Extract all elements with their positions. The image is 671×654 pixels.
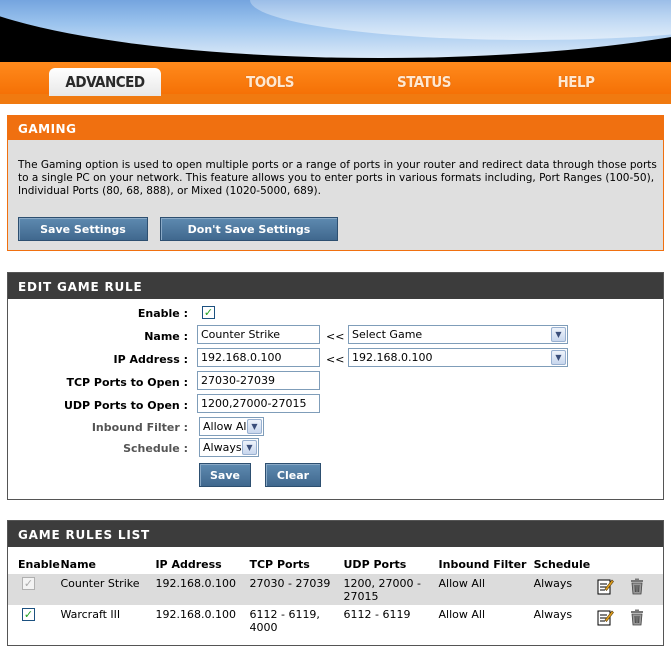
edit-note-icon[interactable] bbox=[596, 608, 615, 626]
header-banner bbox=[0, 0, 671, 62]
gaming-title: GAMING bbox=[8, 116, 663, 140]
enable-checkbox[interactable]: ✓ bbox=[202, 306, 215, 319]
chevron-down-icon: ▼ bbox=[242, 440, 257, 455]
schedule-select[interactable]: Always ▼ bbox=[199, 438, 259, 457]
col-header-schedule: Schedule bbox=[533, 558, 591, 571]
copy-ip-arrow[interactable]: << bbox=[326, 353, 344, 366]
checkmark-icon: ✓ bbox=[203, 305, 214, 319]
checkmark-icon: ✓ bbox=[23, 607, 34, 621]
chevron-down-icon: ▼ bbox=[247, 419, 262, 434]
ip-address-select[interactable]: 192.168.0.100 ▼ bbox=[348, 348, 568, 367]
row-ip: 192.168.0.100 bbox=[155, 574, 250, 605]
udp-ports-label: UDP Ports to Open : bbox=[63, 399, 188, 412]
edit-note-icon[interactable] bbox=[596, 577, 615, 595]
row-tcp: 6112 - 6119, 4000 bbox=[249, 608, 320, 634]
col-header-udp: UDP Ports bbox=[343, 558, 407, 571]
inbound-filter-label: Inbound Filter : bbox=[91, 421, 188, 434]
col-header-enable: Enable bbox=[18, 558, 60, 571]
table-row[interactable]: ✓ Warcraft III 192.168.0.100 6112 - 6119… bbox=[8, 605, 663, 636]
row-name: Warcraft III bbox=[60, 608, 121, 621]
row-schedule: Always bbox=[533, 574, 597, 605]
tab-tools[interactable]: TOOLS bbox=[220, 68, 320, 96]
row-udp: 1200, 27000 - 27015 bbox=[343, 574, 439, 605]
game-select-value: Select Game bbox=[352, 328, 423, 341]
gaming-description: The Gaming option is used to open multip… bbox=[18, 159, 657, 197]
tab-help[interactable]: HELP bbox=[526, 68, 626, 96]
edit-game-rule-section: EDIT GAME RULE Enable : ✓ Name : Counter… bbox=[7, 272, 664, 500]
game-rules-list-section: GAME RULES LIST Enable Name IP Address T… bbox=[7, 520, 664, 646]
clear-button[interactable]: Clear bbox=[265, 463, 321, 487]
col-header-ip: IP Address bbox=[155, 558, 222, 571]
row-tcp: 27030 - 27039 bbox=[249, 574, 344, 605]
table-row[interactable]: ✓ Counter Strike 192.168.0.100 27030 - 2… bbox=[8, 574, 663, 605]
col-header-tcp: TCP Ports bbox=[249, 558, 310, 571]
chevron-down-icon: ▼ bbox=[551, 327, 566, 342]
save-settings-button[interactable]: Save Settings bbox=[18, 217, 148, 241]
gaming-section: GAMING The Gaming option is used to open… bbox=[7, 115, 664, 251]
inbound-filter-value: Allow All bbox=[203, 420, 250, 433]
trash-icon[interactable] bbox=[628, 577, 646, 595]
row-enable-checkbox[interactable]: ✓ bbox=[22, 608, 35, 621]
table-header-row: Enable Name IP Address TCP Ports UDP Por… bbox=[8, 555, 663, 574]
edit-game-rule-title: EDIT GAME RULE bbox=[8, 273, 663, 299]
udp-ports-input[interactable]: 1200,27000-27015 bbox=[197, 394, 320, 413]
col-header-name: Name bbox=[60, 558, 96, 571]
save-button[interactable]: Save bbox=[199, 463, 251, 487]
row-schedule: Always bbox=[533, 608, 573, 621]
row-inbound: Allow All bbox=[438, 608, 486, 621]
tab-status[interactable]: STATUS bbox=[374, 68, 474, 96]
copy-game-arrow[interactable]: << bbox=[326, 330, 344, 343]
tcp-ports-input[interactable]: 27030-27039 bbox=[197, 371, 320, 390]
row-name: Counter Strike bbox=[60, 574, 156, 605]
game-rules-table: Enable Name IP Address TCP Ports UDP Por… bbox=[8, 555, 663, 636]
row-udp: 6112 - 6119 bbox=[343, 608, 411, 621]
name-label: Name : bbox=[144, 330, 188, 343]
row-ip: 192.168.0.100 bbox=[155, 608, 236, 621]
checkmark-icon: ✓ bbox=[23, 576, 34, 590]
chevron-down-icon: ▼ bbox=[551, 350, 566, 365]
dont-save-settings-button[interactable]: Don't Save Settings bbox=[160, 217, 338, 241]
tcp-ports-label: TCP Ports to Open : bbox=[66, 376, 188, 389]
game-select[interactable]: Select Game ▼ bbox=[348, 325, 568, 344]
game-rules-list-title: GAME RULES LIST bbox=[8, 521, 663, 547]
ip-address-label: IP Address : bbox=[113, 353, 188, 366]
row-inbound: Allow All bbox=[438, 574, 534, 605]
schedule-value: Always bbox=[203, 441, 242, 454]
schedule-label: Schedule : bbox=[123, 442, 188, 455]
inbound-filter-select[interactable]: Allow All ▼ bbox=[199, 417, 264, 436]
name-input[interactable]: Counter Strike bbox=[197, 325, 320, 344]
col-header-inbound: Inbound Filter bbox=[438, 558, 527, 571]
tab-advanced[interactable]: ADVANCED bbox=[49, 68, 161, 96]
trash-icon[interactable] bbox=[628, 608, 646, 626]
ip-select-value: 192.168.0.100 bbox=[352, 351, 433, 364]
ip-address-input[interactable]: 192.168.0.100 bbox=[197, 348, 320, 367]
row-enable-checkbox: ✓ bbox=[22, 577, 35, 590]
enable-label: Enable : bbox=[137, 307, 188, 320]
